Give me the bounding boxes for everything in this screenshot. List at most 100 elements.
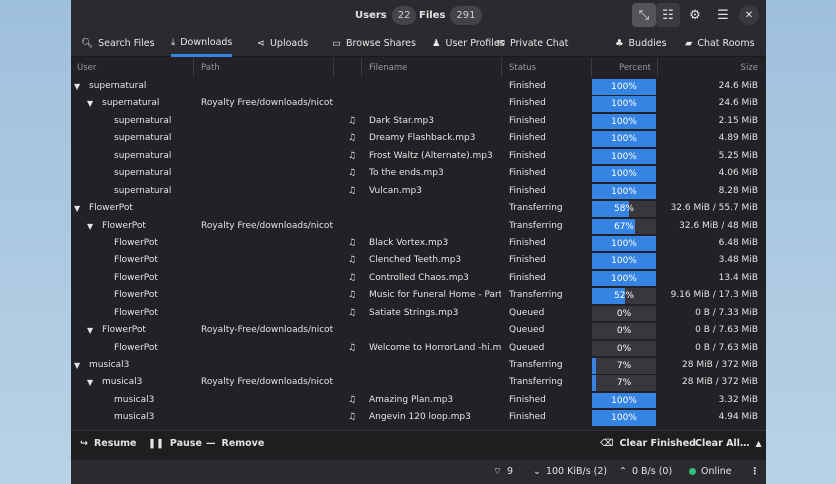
row-size: 8.28 MiB [718, 185, 758, 196]
transfer-row[interactable]: supernatural ♫ Frost Waltz (Alternate).mp3… [71, 148, 766, 165]
expander-arrow-icon[interactable]: ▼ [87, 99, 93, 108]
progress-text: 67% [613, 221, 634, 232]
progress-text: 100% [611, 413, 637, 424]
transfer-row[interactable]: musical3 ♫ Angevin 120 loop.mp3 Finished 100… [71, 409, 766, 426]
music-file-icon: ♫ [348, 394, 357, 405]
pause-label: Pause [169, 438, 202, 449]
column-percent[interactable]: Percent [619, 63, 651, 73]
row-size: 2.15 MiB [718, 115, 758, 126]
progress-bar: 67% [592, 218, 656, 234]
column-size[interactable]: Size [741, 63, 758, 73]
transfer-row[interactable]: ▼ FlowerPot Transferring 58% 32.6 MiB / 55.7… [71, 200, 766, 217]
row-filename: Clenched Teeth.mp3 [369, 255, 462, 266]
more-vertical-icon: ⋮ [750, 466, 760, 477]
progress-bar: 100% [592, 79, 656, 95]
row-filename: Frost Waltz (Alternate).mp3 [369, 150, 493, 161]
tab-chat-rooms[interactable]: ▰ Chat Rooms [685, 30, 755, 57]
row-status: Queued [509, 307, 545, 318]
tab-user-profiles[interactable]: ♟ User Profiles [432, 30, 505, 57]
transfer-row[interactable]: ▼ supernatural Finished 100% 24.6 MiB [71, 78, 766, 95]
transfer-row[interactable]: FlowerPot ♫ Clenched Teeth.mp3 Finished 100%… [71, 252, 766, 269]
close-button[interactable]: ✕ [739, 5, 759, 25]
row-filename: Amazing Plan.mp3 [369, 394, 454, 405]
column-status[interactable]: Status [509, 63, 536, 73]
users-label: Users [355, 9, 387, 21]
transfer-row[interactable]: supernatural ♫ Dreamy Flashback.mp3 Finishe… [71, 130, 766, 147]
expander-arrow-icon[interactable]: ▼ [87, 378, 93, 387]
row-status: Finished [509, 255, 546, 266]
menu-button[interactable]: ☰ [711, 3, 735, 27]
progress-bar: 100% [592, 96, 656, 112]
tab-uploads[interactable]: ⋖ Uploads [257, 30, 308, 57]
tab-label: Chat Rooms [697, 38, 755, 49]
music-file-icon: ♫ [348, 412, 357, 423]
transfer-row[interactable]: ▼ supernatural Royalty Free/downloads/nico… [71, 95, 766, 112]
transfer-row[interactable]: ▼ musical3 Transferring 7% 28 MiB / 372 MiB [71, 357, 766, 374]
expander-arrow-icon[interactable]: ▼ [74, 204, 80, 213]
transfer-row[interactable]: supernatural ♫ To the ends.mp3 Finished 100%… [71, 165, 766, 182]
pause-button[interactable]: ❚❚ Pause [148, 438, 202, 449]
row-user: FlowerPot [102, 220, 146, 231]
progress-bar: 100% [592, 392, 656, 409]
row-size: 6.48 MiB [718, 237, 758, 248]
transfer-row[interactable]: FlowerPot ♫ Controlled Chaos.mp3 Finished 10… [71, 270, 766, 287]
row-size: 3.32 MiB [718, 394, 758, 405]
column-user[interactable]: User [77, 63, 96, 73]
tab-search-files[interactable]: 🔍︎ Search Files [81, 30, 155, 57]
transfer-row[interactable]: ▼ musical3 Royalty Free/downloads/nicoti Tr… [71, 374, 766, 391]
progress-bar: 0% [592, 323, 656, 339]
progress-text: 0% [616, 308, 632, 319]
row-user: supernatural [89, 81, 147, 91]
transfer-row[interactable]: FlowerPot ♫ Black Vortex.mp3 Finished 100% 6.… [71, 235, 766, 252]
music-file-icon: ♫ [348, 255, 357, 266]
progress-text: 100% [611, 116, 637, 127]
transfer-row[interactable]: musical3 ♫ Amazing Plan.mp3 Finished 100% 3.3… [71, 392, 766, 409]
transfer-row[interactable]: FlowerPot ♫ Welcome to HorrorLand -hi.mp3 Q… [71, 340, 766, 357]
tree-view-button[interactable]: ☷ [656, 3, 680, 27]
row-user: FlowerPot [114, 307, 158, 318]
expander-arrow-icon[interactable]: ▼ [87, 326, 93, 335]
transfer-row[interactable]: supernatural ♫ Dark Star.mp3 Finished 100% 2.… [71, 113, 766, 130]
hamburger-icon: ☰ [717, 7, 729, 23]
row-user: supernatural [114, 133, 172, 144]
tab-private-chat[interactable]: ✉ Private Chat [497, 30, 568, 57]
column-path[interactable]: Path [201, 63, 220, 73]
remove-button[interactable]: — Remove [206, 438, 264, 449]
expander-arrow-icon[interactable]: ▼ [74, 82, 80, 91]
clear-finished-button[interactable]: ⌫ Clear Finished [600, 438, 696, 449]
settings-button[interactable]: ⚙ [683, 3, 707, 27]
transfer-row[interactable]: ▼ FlowerPot Royalty Free/downloads/nicoti T… [71, 218, 766, 235]
row-status: Transferring [509, 203, 563, 214]
transfer-row[interactable]: FlowerPot ♫ Satiate Strings.mp3 Queued 0% 0 B… [71, 305, 766, 322]
person-icon: ♟ [432, 38, 441, 49]
chevron-up-icon: ⌃ [619, 466, 627, 477]
upload-speed[interactable]: ⌃ 0 B/s (0) [619, 466, 672, 477]
expander-arrow-icon[interactable]: ▼ [74, 361, 80, 370]
transfer-row[interactable]: ▼ FlowerPot Royalty-Free/downloads/nicoti Q… [71, 322, 766, 339]
resume-button[interactable]: ↪ Resume [80, 438, 137, 449]
download-speed[interactable]: ⌄ 100 KiB/s (2) [533, 466, 607, 477]
row-status: Finished [509, 237, 546, 248]
row-user: FlowerPot [114, 290, 158, 301]
row-status: Transferring [509, 220, 563, 231]
row-filename: Music for Funeral Home - Part 1 [369, 290, 501, 301]
transfer-row[interactable]: supernatural ♫ Vulcan.mp3 Finished 100% 8.28 … [71, 183, 766, 200]
tab-buddies[interactable]: ♣ Buddies [615, 30, 667, 57]
connections-status: ⌔ 9 [493, 466, 513, 477]
more-button[interactable]: ⋮ [750, 466, 760, 477]
online-status[interactable]: Online [689, 466, 732, 477]
row-size: 13.4 MiB [718, 272, 758, 283]
row-filename: Satiate Strings.mp3 [369, 307, 459, 318]
users-stat: Users 22 [355, 4, 417, 26]
column-filename[interactable]: Filename [369, 63, 407, 73]
tab-browse-shares[interactable]: ▭ Browse Shares [332, 30, 416, 57]
tab-downloads[interactable]: ⤓ Downloads [171, 30, 233, 57]
transfer-row[interactable]: FlowerPot ♫ Music for Funeral Home - Part … [71, 287, 766, 304]
collapse-button[interactable]: ⤡ [632, 3, 656, 27]
row-size: 24.6 MiB [718, 81, 758, 91]
online-dot-icon [689, 468, 696, 475]
expander-arrow-icon[interactable]: ▼ [87, 222, 93, 231]
row-size: 0 B / 7.63 MiB [695, 342, 758, 353]
wifi-icon: ⌔ [493, 466, 502, 477]
clear-all-button[interactable]: Clear All… ▲ [695, 438, 762, 449]
